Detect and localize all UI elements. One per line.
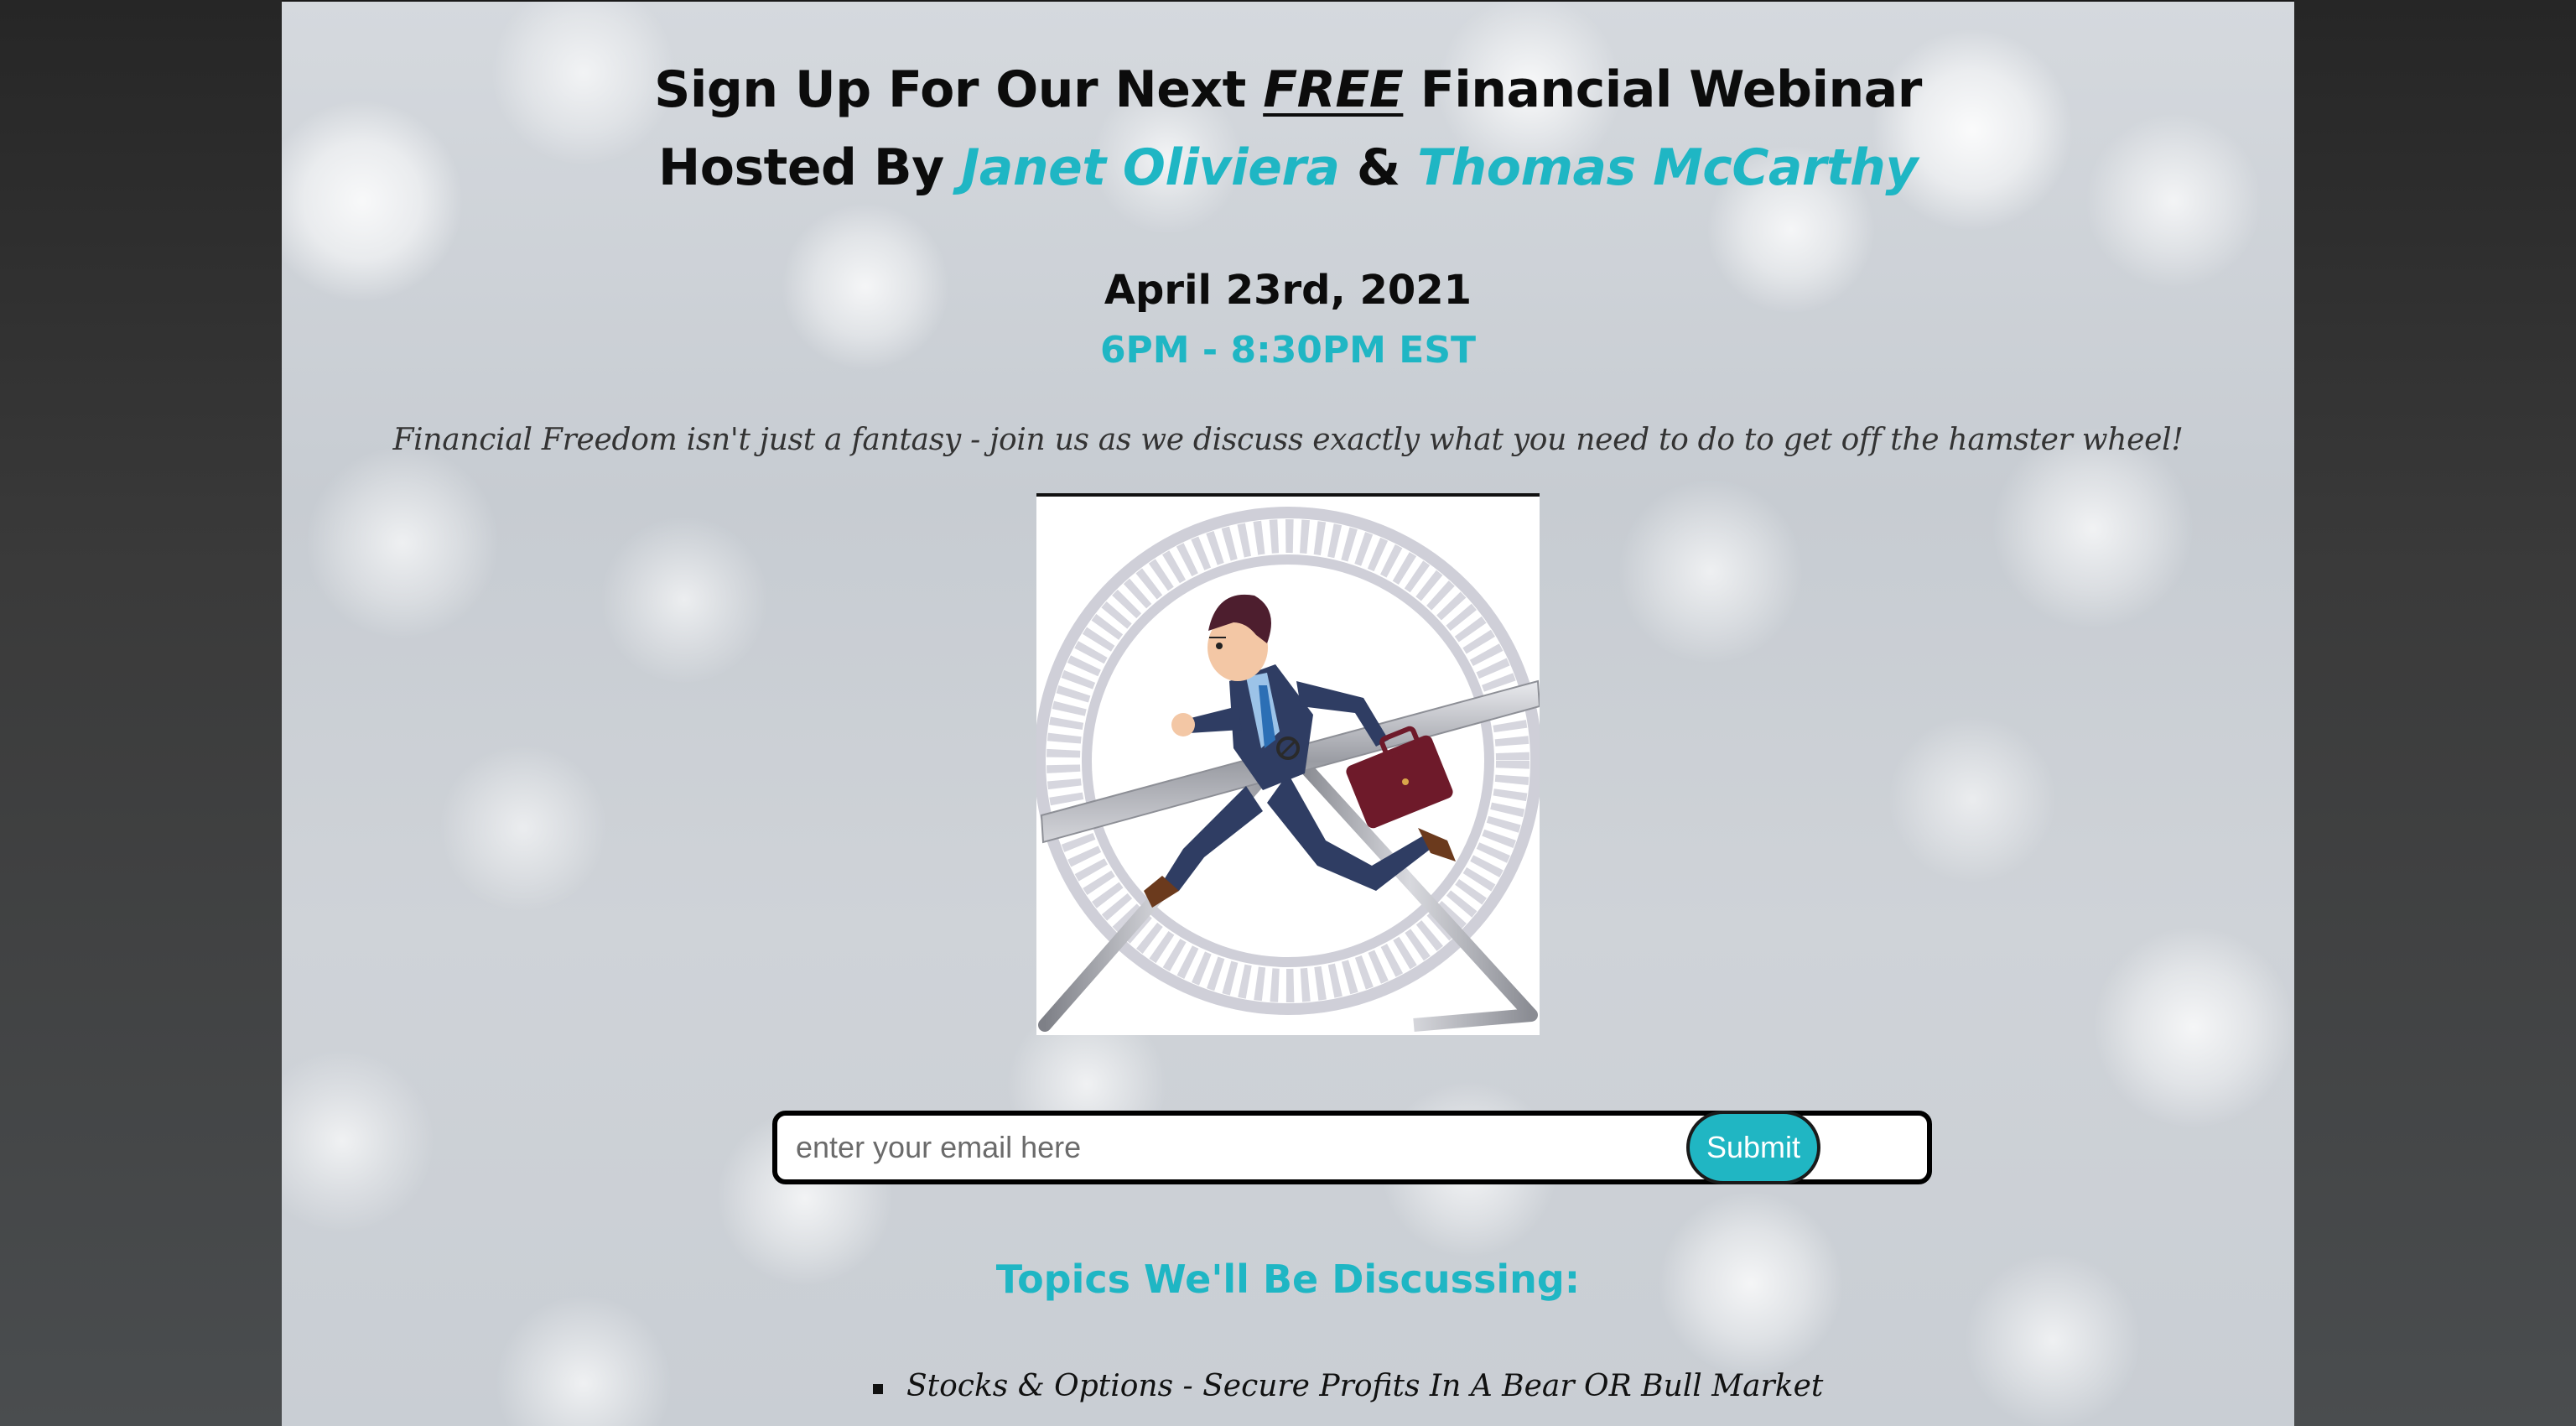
page-title: Sign Up For Our Next FREE Financial Webi… bbox=[282, 60, 2294, 119]
title-text-end: Financial Webinar bbox=[1403, 60, 1923, 119]
businessman-figure bbox=[1144, 594, 1456, 908]
hosted-by-label: Hosted By bbox=[658, 138, 962, 197]
host-name-janet: Janet Oliviera bbox=[961, 138, 1340, 197]
host-joiner: & bbox=[1339, 138, 1418, 197]
list-item: Stocks & Options - Secure Profits In A B… bbox=[873, 1369, 1823, 1403]
topic-text: Stocks & Options - Secure Profits In A B… bbox=[906, 1369, 1824, 1403]
topics-list: Stocks & Options - Secure Profits In A B… bbox=[873, 1369, 1823, 1403]
businessman-hamster-wheel-illustration bbox=[1036, 493, 1540, 1035]
tagline: Financial Freedom isn't just a fantasy -… bbox=[392, 423, 2184, 457]
event-date: April 23rd, 2021 bbox=[1104, 267, 1472, 314]
host-name-thomas: Thomas McCarthy bbox=[1417, 138, 1918, 197]
title-free-emphasis: FREE bbox=[1263, 60, 1404, 119]
hosts-line: Hosted By Janet Oliviera & Thomas McCart… bbox=[282, 138, 2294, 197]
submit-button[interactable]: Submit bbox=[1686, 1111, 1820, 1184]
square-bullet-icon bbox=[873, 1384, 883, 1394]
event-time: 6PM - 8:30PM EST bbox=[1099, 329, 1477, 372]
topics-heading: Topics We'll Be Discussing: bbox=[995, 1257, 1581, 1302]
page-panel: Sign Up For Our Next FREE Financial Webi… bbox=[282, 0, 2294, 1426]
hamster-wheel-icon bbox=[1036, 507, 1540, 1032]
title-text-start: Sign Up For Our Next bbox=[654, 60, 1264, 119]
